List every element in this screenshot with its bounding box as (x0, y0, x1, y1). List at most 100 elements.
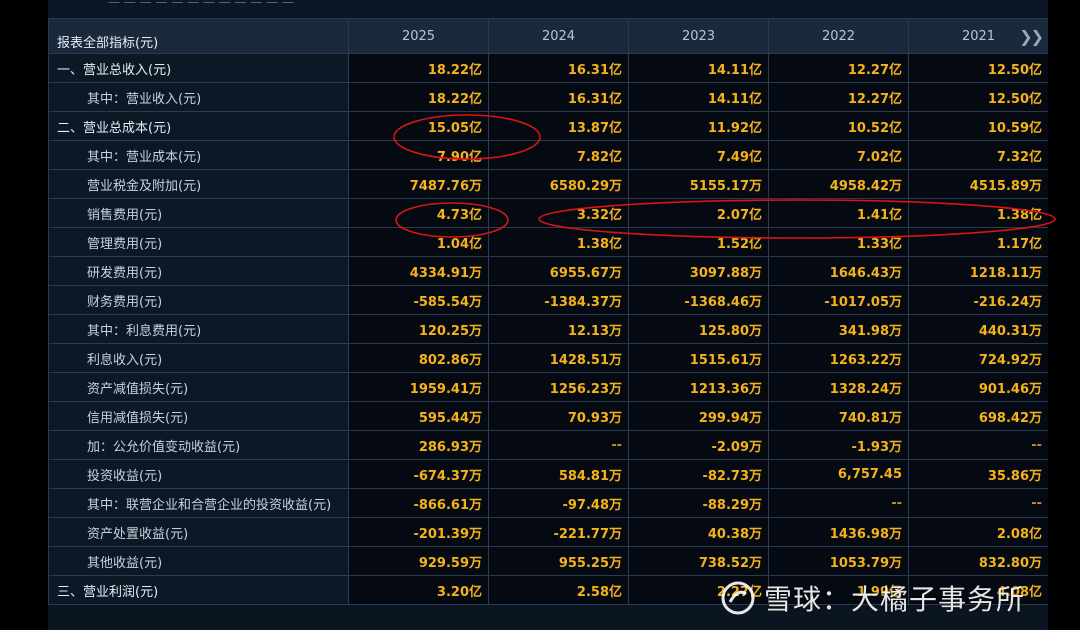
value-cell-2025: 595.44万 (348, 401, 489, 431)
value-cell-2025: -866.61万 (348, 488, 489, 518)
year-header-2021[interactable]: 2021 ❯❯ (908, 18, 1048, 54)
table-row[interactable]: 资产处置收益(元) -201.39万 -221.77万 40.38万 1436.98万 2… (48, 517, 1048, 547)
top-strip-text: 一 一 一 一 一 一 一 一 一 一 一 一 (108, 0, 294, 10)
row-label: 加：公允价值变动收益(元) (48, 430, 349, 460)
value-cell-2024: 584.81万 (488, 459, 629, 489)
row-label: 资产减值损失(元) (48, 372, 349, 402)
watermark: 雪球：大橘子事务所 (720, 575, 1050, 621)
table-row[interactable]: 财务费用(元) -585.54万 -1384.37万 -1368.46万 -1017.0… (48, 285, 1048, 315)
value-cell-2022: 1263.22万 (768, 343, 909, 373)
value-cell-2024: -97.48万 (488, 488, 629, 518)
row-label: 营业税金及附加(元) (48, 169, 349, 199)
value-cell-2021: 1.38亿 (908, 198, 1048, 228)
value-cell-2022: -1.93万 (768, 430, 909, 460)
snowball-logo-icon (721, 581, 755, 615)
value-cell-2021: -216.24万 (908, 285, 1048, 315)
value-cell-2022: 341.98万 (768, 314, 909, 344)
financial-report-screen: 一 一 一 一 一 一 一 一 一 一 一 一 报表全部指标(元) 2025 2… (48, 0, 1048, 630)
value-cell-2023: 2.07亿 (628, 198, 769, 228)
table-row[interactable]: 管理费用(元) 1.04亿 1.38亿 1.52亿 1.33亿 1.17亿 (48, 227, 1048, 257)
value-cell-2025: -674.37万 (348, 459, 489, 489)
value-cell-2024: 6580.29万 (488, 169, 629, 199)
value-cell-2025: 7487.76万 (348, 169, 489, 199)
table-row[interactable]: 其中：营业收入(元) 18.22亿 16.31亿 14.11亿 12.27亿 12.50亿 (48, 82, 1048, 112)
value-cell-2022: 1436.98万 (768, 517, 909, 547)
value-cell-2025: 802.86万 (348, 343, 489, 373)
row-label: 三、营业利润(元) (48, 575, 349, 605)
row-label: 其中：营业收入(元) (48, 82, 349, 112)
value-cell-2024: 70.93万 (488, 401, 629, 431)
watermark-text: 雪球：大橘子事务所 (764, 583, 1026, 616)
value-cell-2024: -1384.37万 (488, 285, 629, 315)
table-row[interactable]: 销售费用(元) 4.73亿 3.32亿 2.07亿 1.41亿 1.38亿 (48, 198, 1048, 228)
value-cell-2024: 13.87亿 (488, 111, 629, 141)
table-row[interactable]: 其他收益(元) 929.59万 955.25万 738.52万 1053.79万 832.… (48, 546, 1048, 576)
table-row[interactable]: 营业税金及附加(元) 7487.76万 6580.29万 5155.17万 4958.4… (48, 169, 1048, 199)
value-cell-2023: 5155.17万 (628, 169, 769, 199)
value-cell-2022: 1328.24万 (768, 372, 909, 402)
corner-label: 报表全部指标(元) (48, 18, 349, 54)
table-row[interactable]: 其中：联营企业和合营企业的投资收益(元) -866.61万 -97.48万 -88.2… (48, 488, 1048, 518)
year-header-2022[interactable]: 2022 (768, 18, 909, 54)
value-cell-2025: 929.59万 (348, 546, 489, 576)
year-header-2023[interactable]: 2023 (628, 18, 769, 54)
table-row[interactable]: 投资收益(元) -674.37万 584.81万 -82.73万 6,757.45 35.… (48, 459, 1048, 489)
value-cell-2024: 2.58亿 (488, 575, 629, 605)
table-row[interactable]: 一、营业总收入(元) 18.22亿 16.31亿 14.11亿 12.27亿 12.50亿 (48, 53, 1048, 83)
value-cell-2023: 299.94万 (628, 401, 769, 431)
value-cell-2024: 1256.23万 (488, 372, 629, 402)
value-cell-2025: 1959.41万 (348, 372, 489, 402)
row-label: 其中：营业成本(元) (48, 140, 349, 170)
value-cell-2021: 698.42万 (908, 401, 1048, 431)
value-cell-2023: -82.73万 (628, 459, 769, 489)
table-row[interactable]: 利息收入(元) 802.86万 1428.51万 1515.61万 1263.22万 72… (48, 343, 1048, 373)
value-cell-2022: 740.81万 (768, 401, 909, 431)
top-strip: 一 一 一 一 一 一 一 一 一 一 一 一 (48, 0, 1048, 19)
value-cell-2022: 6,757.45 (768, 459, 909, 489)
value-cell-2022: 1.33亿 (768, 227, 909, 257)
value-cell-2021: 901.46万 (908, 372, 1048, 402)
value-cell-2023: 1.52亿 (628, 227, 769, 257)
row-label: 利息收入(元) (48, 343, 349, 373)
value-cell-2022: 7.02亿 (768, 140, 909, 170)
value-cell-2022: -- (768, 488, 909, 518)
value-cell-2023: 125.80万 (628, 314, 769, 344)
value-cell-2021: 1218.11万 (908, 256, 1048, 286)
double-chevron-right-icon[interactable]: ❯❯ (1019, 27, 1044, 46)
value-cell-2024: 12.13万 (488, 314, 629, 344)
year-header-2024[interactable]: 2024 (488, 18, 629, 54)
row-label: 财务费用(元) (48, 285, 349, 315)
value-cell-2021: 12.50亿 (908, 82, 1048, 112)
table-row[interactable]: 加：公允价值变动收益(元) 286.93万 -- -2.09万 -1.93万 -- (48, 430, 1048, 460)
row-label: 其他收益(元) (48, 546, 349, 576)
value-cell-2024: 16.31亿 (488, 53, 629, 83)
value-cell-2024: -- (488, 430, 629, 460)
table-row[interactable]: 其中：利息费用(元) 120.25万 12.13万 125.80万 341.98万 440… (48, 314, 1048, 344)
row-label: 销售费用(元) (48, 198, 349, 228)
income-statement-table: 报表全部指标(元) 2025 2024 2023 2022 2021 ❯❯ 一、… (48, 18, 1048, 605)
value-cell-2021: 724.92万 (908, 343, 1048, 373)
value-cell-2023: 1515.61万 (628, 343, 769, 373)
value-cell-2021: 1.17亿 (908, 227, 1048, 257)
table-row[interactable]: 研发费用(元) 4334.91万 6955.67万 3097.88万 1646.43万 1… (48, 256, 1048, 286)
value-cell-2024: 955.25万 (488, 546, 629, 576)
value-cell-2021: 2.08亿 (908, 517, 1048, 547)
row-label: 研发费用(元) (48, 256, 349, 286)
value-cell-2021: 10.59亿 (908, 111, 1048, 141)
value-cell-2023: -88.29万 (628, 488, 769, 518)
value-cell-2025: 120.25万 (348, 314, 489, 344)
table-row[interactable]: 信用减值损失(元) 595.44万 70.93万 299.94万 740.81万 698.… (48, 401, 1048, 431)
value-cell-2021: 440.31万 (908, 314, 1048, 344)
value-cell-2025: -201.39万 (348, 517, 489, 547)
table-row[interactable]: 二、营业总成本(元) 15.05亿 13.87亿 11.92亿 10.52亿 10.59亿 (48, 111, 1048, 141)
row-label: 投资收益(元) (48, 459, 349, 489)
value-cell-2025: 18.22亿 (348, 53, 489, 83)
table-row[interactable]: 资产减值损失(元) 1959.41万 1256.23万 1213.36万 1328.24… (48, 372, 1048, 402)
year-header-2025[interactable]: 2025 (348, 18, 489, 54)
value-cell-2021: 832.80万 (908, 546, 1048, 576)
table-row[interactable]: 其中：营业成本(元) 7.90亿 7.82亿 7.49亿 7.02亿 7.32亿 (48, 140, 1048, 170)
row-label: 二、营业总成本(元) (48, 111, 349, 141)
value-cell-2022: 1646.43万 (768, 256, 909, 286)
row-label: 其中：联营企业和合营企业的投资收益(元) (48, 488, 349, 518)
value-cell-2021: 35.86万 (908, 459, 1048, 489)
